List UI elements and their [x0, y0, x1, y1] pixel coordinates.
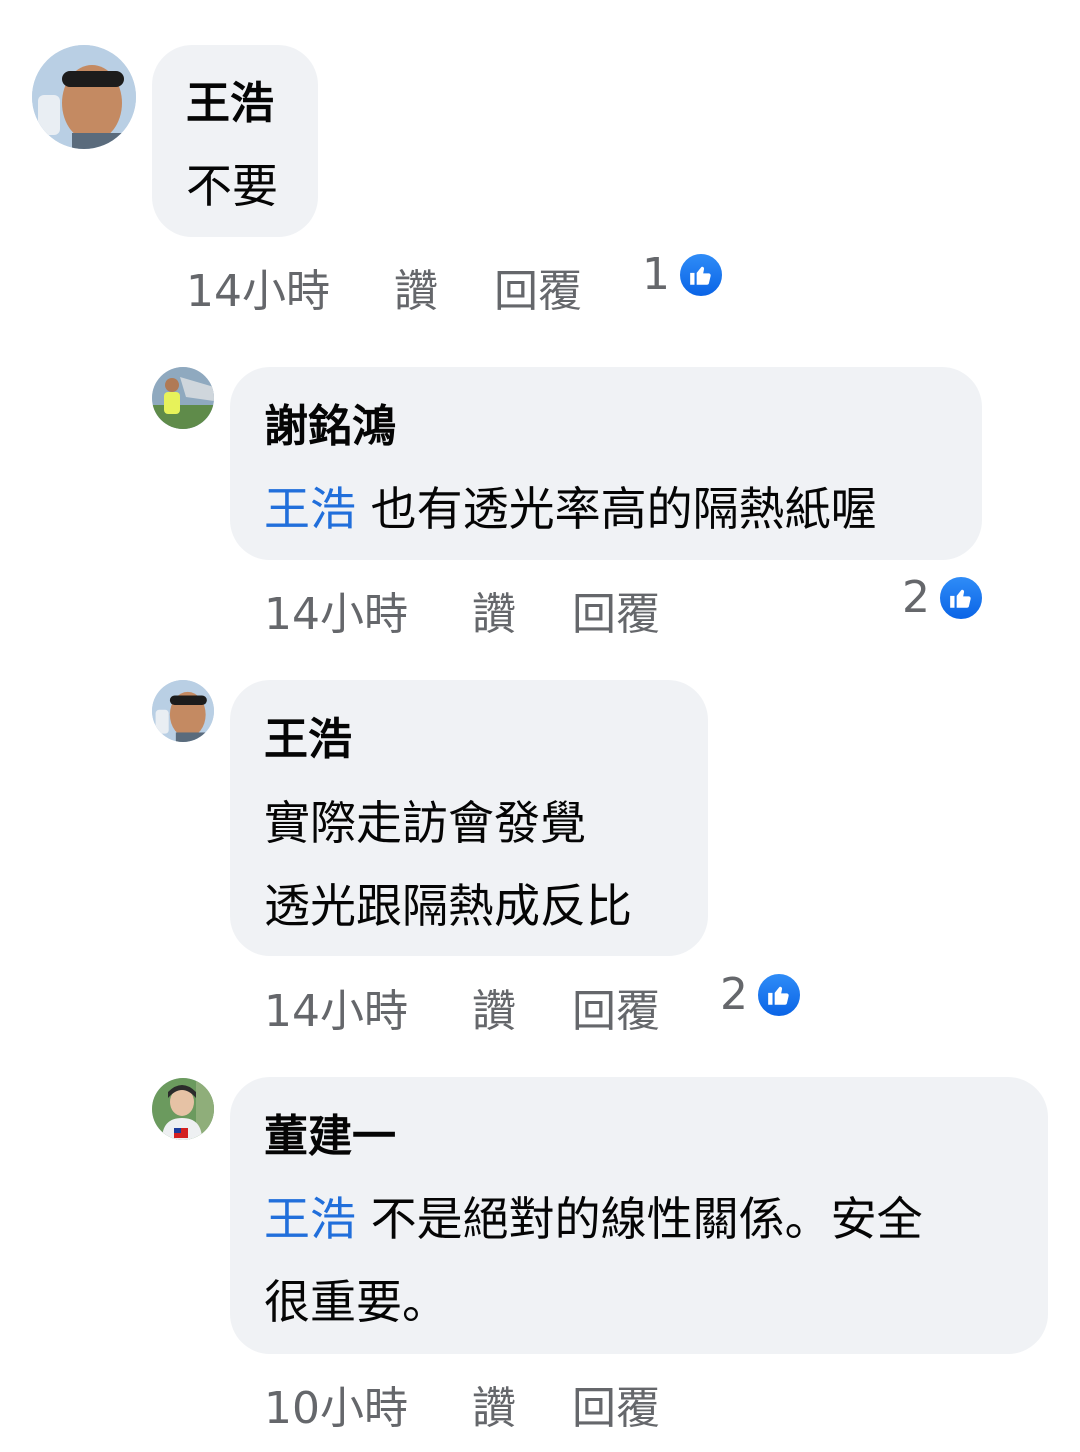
- comment-text-content: 不是絕對的線性關係。安全: [370, 1192, 923, 1246]
- avatar-image: [32, 45, 136, 149]
- comment-text-content: 也有透光率高的隔熱紙喔: [370, 482, 877, 536]
- like-button[interactable]: 讚: [472, 1387, 516, 1431]
- reaction-count[interactable]: 1: [642, 252, 724, 298]
- like-button[interactable]: 讚: [394, 270, 438, 314]
- comment-text: 不要: [186, 159, 278, 213]
- comment-author[interactable]: 王浩: [186, 82, 274, 126]
- comment-author[interactable]: 王浩: [264, 718, 352, 762]
- comment-timestamp[interactable]: 10小時: [264, 1387, 408, 1431]
- reaction-count[interactable]: 2: [720, 972, 802, 1018]
- like-thumb-icon: [938, 575, 984, 621]
- comment-text: 王浩 也有透光率高的隔熱紙喔: [264, 486, 877, 532]
- avatar-image: [152, 367, 214, 429]
- avatar-xie-ming-hong[interactable]: [152, 367, 214, 429]
- avatar-wang-hao[interactable]: [152, 680, 214, 742]
- reaction-count-value: 1: [642, 249, 670, 300]
- comment-text-line: 實際走訪會發覺: [264, 796, 586, 850]
- reply-button[interactable]: 回覆: [572, 990, 660, 1034]
- reply-button[interactable]: 回覆: [572, 1387, 660, 1431]
- comment-timestamp[interactable]: 14小時: [264, 990, 408, 1034]
- reply-button[interactable]: 回覆: [572, 593, 660, 637]
- avatar-wang-hao[interactable]: [32, 45, 136, 149]
- like-thumb-icon: [678, 252, 724, 298]
- reaction-count[interactable]: 2: [902, 575, 984, 621]
- like-button[interactable]: 讚: [472, 990, 516, 1034]
- comment-timestamp[interactable]: 14小時: [264, 593, 408, 637]
- avatar-image: [152, 680, 214, 742]
- comment-author[interactable]: 謝銘鴻: [264, 405, 396, 449]
- avatar-dong-jian-yi[interactable]: [152, 1078, 214, 1140]
- comment-timestamp[interactable]: 14小時: [186, 270, 330, 314]
- comment-text-line: 王浩 不是絕對的線性關係。安全: [264, 1196, 923, 1242]
- reaction-count-value: 2: [902, 572, 930, 623]
- mention-link[interactable]: 王浩: [264, 482, 356, 536]
- like-button[interactable]: 讚: [472, 593, 516, 637]
- reply-button[interactable]: 回覆: [494, 270, 582, 314]
- avatar-image: [152, 1078, 214, 1140]
- comment-text-line: 透光跟隔熱成反比: [264, 879, 632, 933]
- mention-link[interactable]: 王浩: [264, 1192, 356, 1246]
- like-thumb-icon: [756, 972, 802, 1018]
- comment-text-line: 很重要。: [264, 1275, 448, 1329]
- reaction-count-value: 2: [720, 969, 748, 1020]
- comment-author[interactable]: 董建一: [264, 1115, 396, 1159]
